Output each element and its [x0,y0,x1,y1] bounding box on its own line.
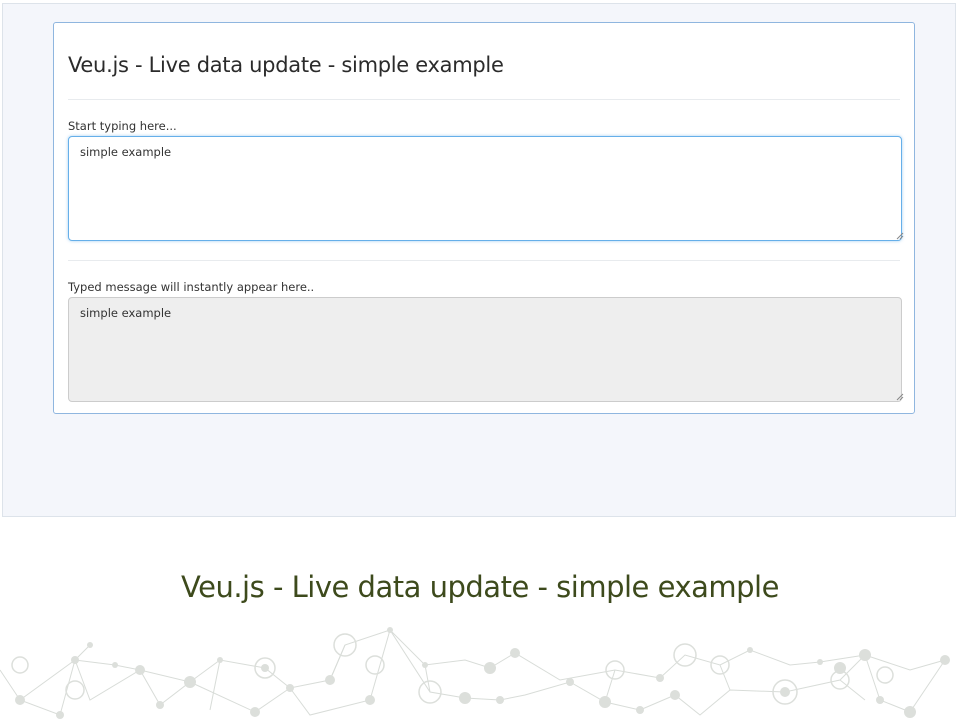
demo-frame: Veu.js - Live data update - simple examp… [2,3,956,517]
output-label: Typed message will instantly appear here… [68,280,315,294]
message-input[interactable] [68,136,902,241]
divider [68,260,900,261]
network-background-graphic [0,627,950,719]
resize-grip-icon [896,393,904,401]
divider [68,99,900,100]
resize-grip-icon[interactable] [896,232,904,240]
page-heading: Veu.js - Live data update - simple examp… [181,570,779,604]
panel-title: Veu.js - Live data update - simple examp… [68,53,504,77]
message-output [68,297,902,402]
input-label: Start typing here... [68,119,177,133]
demo-panel: Veu.js - Live data update - simple examp… [53,22,915,414]
